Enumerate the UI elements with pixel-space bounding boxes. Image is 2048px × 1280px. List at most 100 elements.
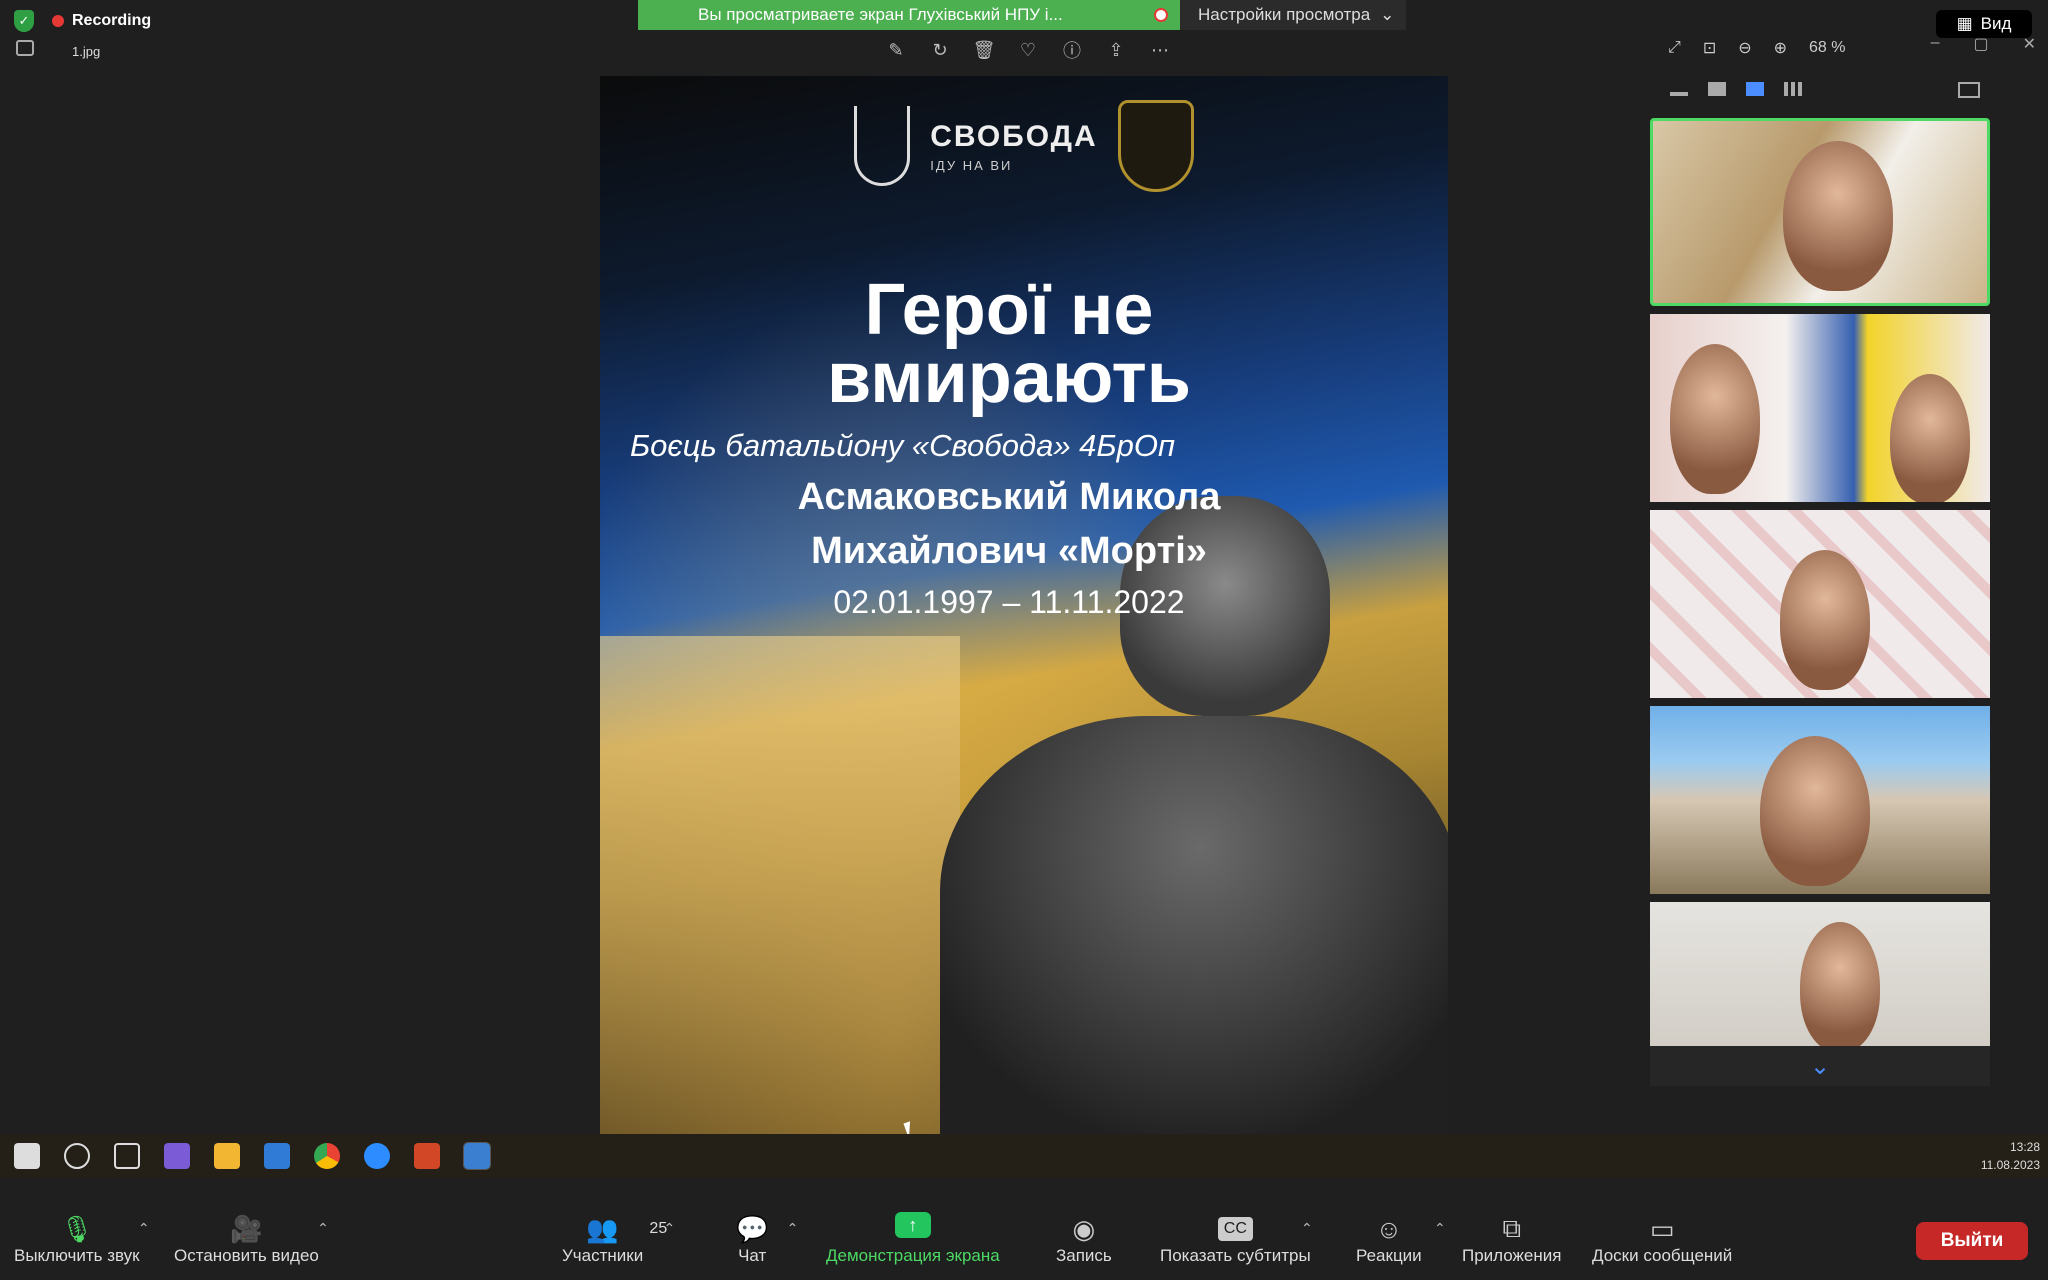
zoom-out-icon[interactable]: ⊖ xyxy=(1738,38,1751,58)
chevron-down-icon: ⌄ xyxy=(1380,5,1395,24)
soldier-name: Асмаковський Микола Михайлович «Морті» xyxy=(600,470,1448,578)
slide-subtitle: Боєць батальйону «Свобода» 4БрОп xyxy=(630,428,1176,463)
security-shield-icon[interactable]: ✓ xyxy=(14,10,34,32)
meeting-controls: 🎙 Выключить звук ⌃ 🎥 Остановить видео ⌃ … xyxy=(0,1192,2048,1280)
chat-options-chevron-icon[interactable]: ⌃ xyxy=(787,1220,799,1237)
participant-tile[interactable] xyxy=(1650,510,1990,698)
share-label: Демонстрация экрана xyxy=(826,1246,1000,1265)
gallery-layout-switcher xyxy=(1670,82,1980,98)
apps-button[interactable]: ⧉ Приложения xyxy=(1462,1212,1561,1266)
recording-indicator[interactable]: Recording xyxy=(52,12,151,30)
share-icon[interactable]: ⇪ xyxy=(1104,38,1128,62)
closed-captions-icon: CC xyxy=(1217,1217,1253,1241)
slide-heading: Герої не вмирають xyxy=(600,270,1448,418)
reactions-button[interactable]: ☺ Реакции ⌃ xyxy=(1356,1212,1446,1266)
participant-avatar xyxy=(1783,141,1893,291)
mute-label: Выключить звук xyxy=(14,1246,140,1265)
file-explorer-icon[interactable] xyxy=(214,1143,240,1169)
mute-button[interactable]: 🎙 Выключить звук ⌃ xyxy=(14,1212,150,1266)
participants-icon: 👥 xyxy=(586,1213,619,1244)
whiteboard-icon: ▭ xyxy=(1649,1213,1675,1244)
captions-options-chevron-icon[interactable]: ⌃ xyxy=(1301,1220,1313,1237)
slide-logo: СВОБОДА ІДУ НА ВИ xyxy=(600,100,1448,192)
photos-icon[interactable] xyxy=(463,1142,491,1170)
delete-icon[interactable]: 🗑 xyxy=(972,38,996,62)
view-settings-dropdown[interactable]: Настройки просмотра ⌄ xyxy=(1180,0,1406,30)
more-icon[interactable]: ⋯ xyxy=(1148,38,1172,62)
share-banner-text: Вы просматриваете экран Глухівський НПУ … xyxy=(698,5,1063,24)
view-button-label: Вид xyxy=(1980,14,2012,33)
participant-tile[interactable] xyxy=(1650,706,1990,894)
soldier-photo-body xyxy=(940,716,1448,1134)
logo-title: СВОБОДА xyxy=(930,119,1098,153)
reactions-smiley-icon: ☺ xyxy=(1375,1213,1403,1244)
store-icon[interactable] xyxy=(264,1143,290,1169)
powerpoint-icon[interactable] xyxy=(414,1143,440,1169)
leave-meeting-button[interactable]: Выйти xyxy=(1916,1222,2028,1260)
viewer-filename: 1.jpg xyxy=(72,44,101,59)
rotate-icon[interactable]: ↻ xyxy=(928,38,952,62)
stop-video-button[interactable]: 🎥 Остановить видео ⌃ xyxy=(174,1212,329,1266)
trident-icon xyxy=(854,106,911,186)
participant-video-strip xyxy=(1650,118,1992,1066)
task-view-icon[interactable] xyxy=(114,1143,140,1169)
captions-button[interactable]: CC Показать субтитры ⌃ xyxy=(1160,1212,1313,1266)
participant-tile[interactable] xyxy=(1650,118,1990,306)
participant-tile[interactable] xyxy=(1650,902,1990,1058)
zoom-icon[interactable] xyxy=(364,1143,390,1169)
favorite-icon[interactable]: ♡ xyxy=(1016,38,1040,62)
heading-line-1: Герої не xyxy=(864,270,1154,350)
heading-line-2: вмирають xyxy=(826,338,1192,418)
info-icon[interactable]: ⓘ xyxy=(1060,38,1084,62)
captions-label: Показать субтитры xyxy=(1160,1246,1311,1265)
video-options-chevron-icon[interactable]: ⌃ xyxy=(317,1220,329,1237)
participant-tile[interactable] xyxy=(1650,314,1990,502)
audio-options-chevron-icon[interactable]: ⌃ xyxy=(138,1220,150,1237)
view-settings-label: Настройки просмотра xyxy=(1198,5,1371,24)
video-label: Остановить видео xyxy=(174,1246,319,1265)
minimize-video-icon[interactable] xyxy=(1670,92,1688,96)
participant-avatar xyxy=(1800,922,1880,1052)
image-viewer-toolbar: ✎ ↻ 🗑 ♡ ⓘ ⇪ ⋯ xyxy=(884,38,1172,62)
search-icon[interactable] xyxy=(64,1143,90,1169)
windows-start-icon[interactable] xyxy=(14,1143,40,1169)
minimize-icon[interactable]: – xyxy=(1931,34,1940,54)
video-editor-icon[interactable] xyxy=(164,1143,190,1169)
gallery-view-icon[interactable] xyxy=(1784,82,1802,96)
participant-avatar xyxy=(1780,550,1870,690)
participant-avatar xyxy=(1670,344,1760,494)
edit-icon[interactable]: ✎ xyxy=(884,38,908,62)
whiteboards-label: Доски сообщений xyxy=(1592,1246,1733,1265)
strip-view-icon[interactable] xyxy=(1746,82,1764,96)
taskbar-clock: 13:28 11.08.2023 xyxy=(1981,1138,2040,1174)
share-banner[interactable]: Вы просматриваете экран Глухівський НПУ … xyxy=(638,0,1180,30)
side-panel-icon[interactable] xyxy=(1958,82,1980,98)
video-camera-icon: 🎥 xyxy=(230,1213,263,1244)
fullscreen-icon[interactable]: ⤢ xyxy=(1668,39,1681,57)
close-icon[interactable]: ✕ xyxy=(2023,34,2036,54)
speaker-view-icon[interactable] xyxy=(1708,82,1726,96)
share-screen-icon: ↑ xyxy=(894,1212,931,1238)
view-grid-icon: ▦ xyxy=(1956,14,1973,33)
record-button[interactable]: ◉ Запись xyxy=(1056,1212,1112,1266)
chrome-icon[interactable] xyxy=(314,1143,340,1169)
scroll-participants-chevron-icon[interactable]: ⌄ xyxy=(1650,1046,1990,1086)
zoom-in-icon[interactable]: ⊕ xyxy=(1774,38,1787,58)
actual-size-icon[interactable]: ⊡ xyxy=(1703,38,1716,58)
whiteboards-button[interactable]: ▭ Доски сообщений xyxy=(1592,1212,1732,1266)
record-icon: ◉ xyxy=(1072,1213,1096,1244)
logo-subtitle: ІДУ НА ВИ xyxy=(930,157,1013,173)
share-screen-button[interactable]: ↑ Демонстрация экрана xyxy=(826,1212,1000,1266)
stop-viewing-icon[interactable] xyxy=(1154,8,1168,22)
image-file-icon xyxy=(16,40,34,56)
participants-label: Участники xyxy=(562,1246,644,1265)
record-label: Запись xyxy=(1056,1246,1112,1265)
reactions-options-chevron-icon[interactable]: ⌃ xyxy=(1434,1220,1446,1237)
chat-button[interactable]: 💬 Чат ⌃ xyxy=(736,1212,798,1266)
chat-bubble-icon: 💬 xyxy=(736,1213,769,1244)
background-ruins xyxy=(600,636,960,1134)
participants-button[interactable]: 👥 Участники 25 ⌃ xyxy=(562,1212,675,1266)
chat-label: Чат xyxy=(738,1246,767,1265)
participants-options-chevron-icon[interactable]: ⌃ xyxy=(663,1220,675,1237)
maximize-icon[interactable]: ▢ xyxy=(1973,34,1988,54)
